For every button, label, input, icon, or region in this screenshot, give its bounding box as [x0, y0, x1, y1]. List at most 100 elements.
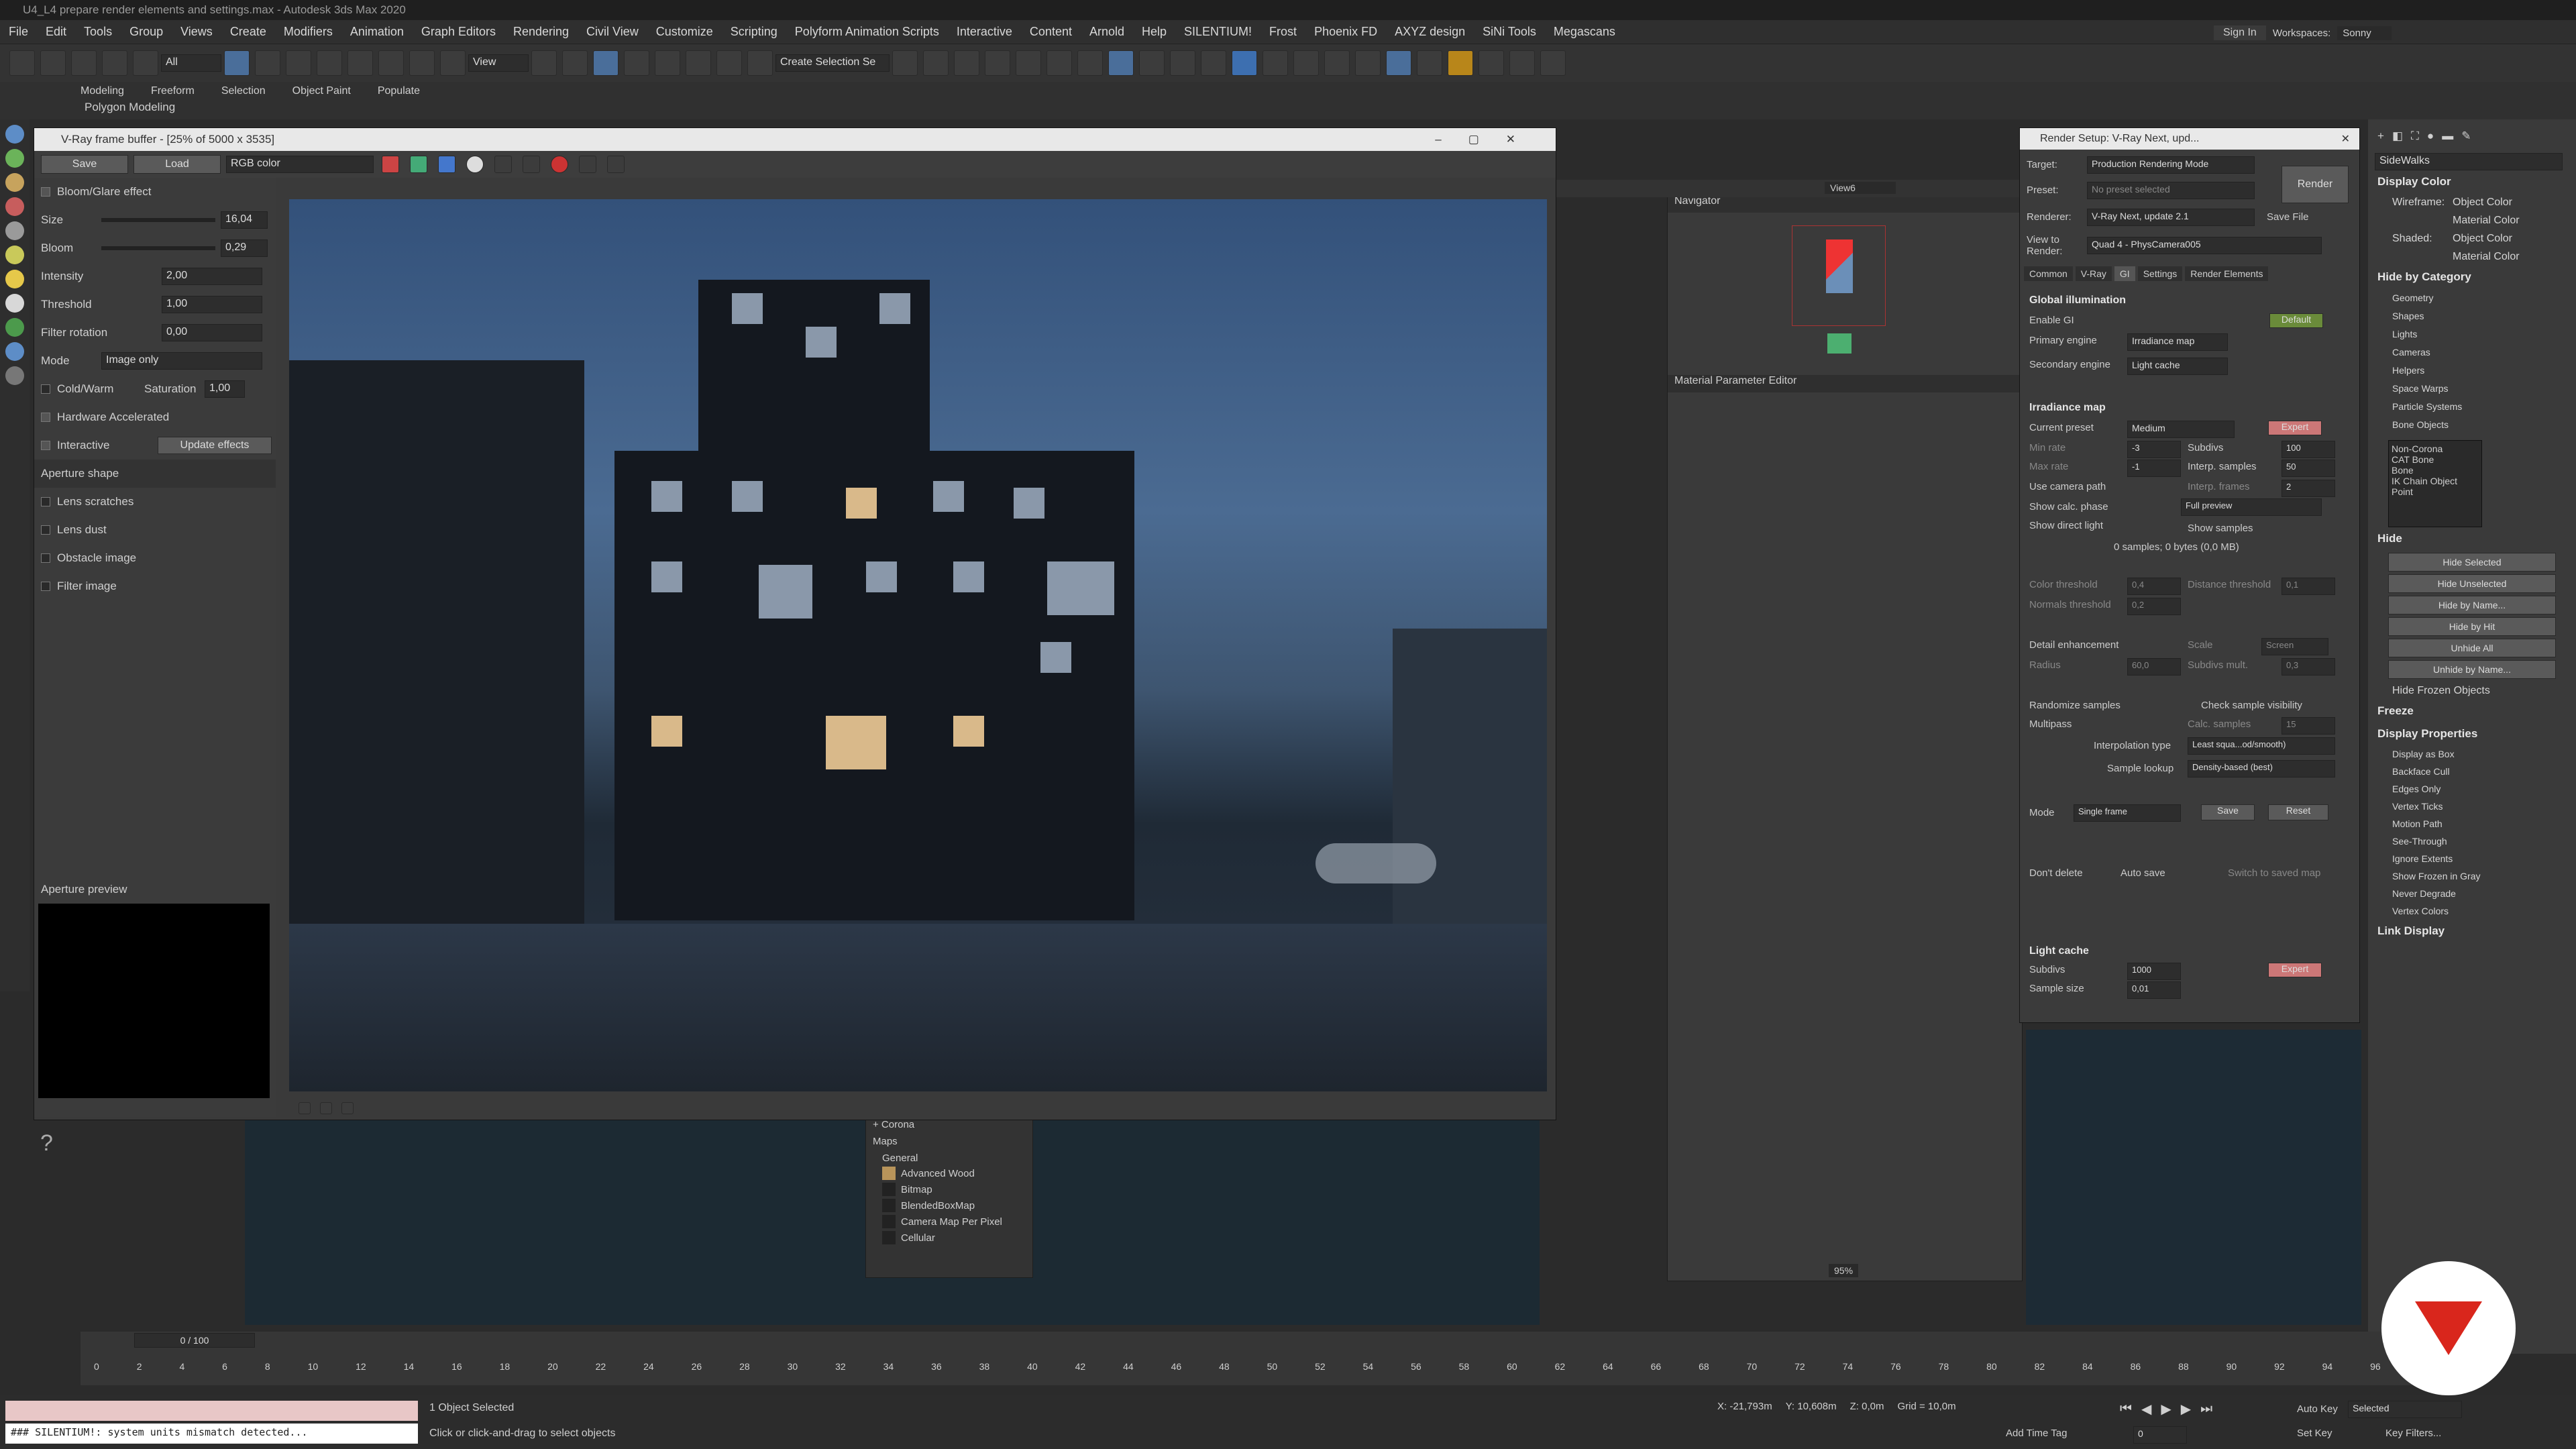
region-render-icon[interactable]: [579, 156, 596, 173]
interpolation-type-dropdown[interactable]: Least squa...od/smooth): [2188, 737, 2335, 755]
distance-threshold-field[interactable]: 0,1: [2282, 578, 2335, 595]
display-property-check[interactable]: Motion Path: [2368, 815, 2576, 833]
blue-channel-icon[interactable]: [438, 156, 455, 173]
mode-dropdown[interactable]: Image only: [101, 352, 262, 370]
scale-dropdown[interactable]: Screen: [2261, 638, 2328, 655]
menu-item[interactable]: Graph Editors: [413, 25, 504, 39]
utilities-tab-icon[interactable]: ✎: [2461, 129, 2471, 143]
globe-icon[interactable]: [5, 342, 24, 361]
normals-threshold-field[interactable]: 0,2: [2127, 598, 2181, 615]
modify-tab-icon[interactable]: ◧: [2392, 129, 2403, 143]
move-icon[interactable]: [347, 50, 373, 76]
keyboard-shortcut-icon[interactable]: [593, 50, 619, 76]
window-controls-icon[interactable]: –▢✕: [1435, 133, 1542, 146]
render-setup-icon[interactable]: [1108, 50, 1134, 76]
play-icon[interactable]: ▶: [2161, 1401, 2171, 1417]
mirror-icon[interactable]: [892, 50, 918, 76]
saturation-field[interactable]: 1,00: [205, 380, 245, 398]
category-list-item[interactable]: IK Chain Object: [2392, 476, 2479, 486]
current-preset-dropdown[interactable]: Medium: [2127, 421, 2235, 438]
render-setup-tab[interactable]: Common: [2024, 266, 2073, 281]
x-coord[interactable]: X: -21,793m: [1717, 1401, 1772, 1412]
category-check[interactable]: Shapes: [2368, 307, 2576, 325]
filter-rotation-field[interactable]: 0,00: [162, 324, 262, 341]
xy-axis-alt-icon[interactable]: [1417, 50, 1442, 76]
primary-engine-dropdown[interactable]: Irradiance map: [2127, 333, 2228, 351]
light-icon[interactable]: [5, 270, 24, 288]
hide-by-category-header[interactable]: Hide by Category: [2368, 266, 2576, 288]
sphere-icon[interactable]: [5, 294, 24, 313]
spinner-snap-icon[interactable]: [716, 50, 742, 76]
link-icon[interactable]: [71, 50, 97, 76]
default-button[interactable]: Default: [2269, 313, 2323, 328]
hide-frozen-check[interactable]: Hide Frozen Objects: [2368, 682, 2576, 700]
stop-render-icon[interactable]: [551, 156, 568, 173]
interp-frames-field[interactable]: 2: [2282, 480, 2335, 497]
aperture-shape-row[interactable]: Aperture shape: [34, 460, 276, 488]
wire-object-color-radio[interactable]: Object Color: [2453, 197, 2512, 209]
resolution-2k-icon[interactable]: [1540, 50, 1566, 76]
preset-dropdown[interactable]: No preset selected: [2087, 182, 2255, 199]
interp-samples-field[interactable]: 50: [2282, 460, 2335, 477]
hardware-accelerated-row[interactable]: Hardware Accelerated: [34, 403, 276, 431]
hierarchy-icon[interactable]: [5, 173, 24, 192]
menu-item[interactable]: Frost: [1260, 25, 1305, 39]
dont-delete-check[interactable]: Don't delete: [2029, 867, 2083, 879]
irradiance-section-header[interactable]: Irradiance map: [2020, 398, 2359, 418]
selection-filter[interactable]: All: [161, 54, 221, 72]
frost-icon[interactable]: [1448, 50, 1473, 76]
script-icon[interactable]: [1263, 50, 1288, 76]
y-axis-icon[interactable]: [1324, 50, 1350, 76]
display-property-check[interactable]: Edges Only: [2368, 780, 2576, 798]
key-mode-dropdown[interactable]: Selected: [2348, 1401, 2462, 1418]
z-coord[interactable]: Z: 0,0m: [1850, 1401, 1884, 1412]
create-tab-icon[interactable]: +: [2377, 129, 2384, 143]
next-frame-icon[interactable]: ▶: [2181, 1401, 2191, 1417]
irr-save-button[interactable]: Save: [2201, 804, 2255, 820]
hide-button[interactable]: Hide by Hit: [2388, 617, 2556, 636]
display-property-check[interactable]: Display as Box: [2368, 745, 2576, 763]
wire-material-color-radio[interactable]: Material Color: [2368, 211, 2576, 229]
navigator-view[interactable]: [1792, 225, 1886, 354]
color-threshold-field[interactable]: 0,4: [2127, 578, 2181, 595]
show-calc-check[interactable]: Show calc. phase: [2029, 501, 2108, 513]
freeze-header[interactable]: Freeze: [2368, 700, 2576, 722]
redo-icon[interactable]: [40, 50, 66, 76]
lens-dust-row[interactable]: Lens dust: [34, 516, 276, 544]
render-button[interactable]: Render: [2282, 166, 2349, 203]
display-property-check[interactable]: Backface Cull: [2368, 763, 2576, 780]
rotate-icon[interactable]: [378, 50, 404, 76]
intensity-field[interactable]: 2,00: [162, 268, 262, 285]
menu-item[interactable]: Arnold: [1081, 25, 1133, 39]
prev-frame-icon[interactable]: ◀: [2141, 1401, 2151, 1417]
menu-item[interactable]: File: [0, 25, 37, 39]
hide-button[interactable]: Unhide by Name...: [2388, 660, 2556, 679]
pivot-icon[interactable]: [531, 50, 557, 76]
maps-header[interactable]: Maps: [866, 1132, 1032, 1151]
hide-button[interactable]: Hide Selected: [2388, 553, 2556, 572]
lens-effects-icon[interactable]: [607, 156, 625, 173]
menu-item[interactable]: AXYZ design: [1386, 25, 1474, 39]
lens-scratches-row[interactable]: Lens scratches: [34, 488, 276, 516]
display-property-check[interactable]: Show Frozen in Gray: [2368, 867, 2576, 885]
map-item[interactable]: Advanced Wood: [866, 1165, 1032, 1181]
menu-item[interactable]: Megascans: [1545, 25, 1624, 39]
category-check[interactable]: Space Warps: [2368, 379, 2576, 397]
menu-item[interactable]: Edit: [37, 25, 75, 39]
enable-gi-check[interactable]: Enable GI: [2029, 315, 2074, 326]
sample-size-field[interactable]: 0,01: [2127, 981, 2181, 999]
angle-snap-icon[interactable]: [655, 50, 680, 76]
menu-item[interactable]: Phoenix FD: [1305, 25, 1386, 39]
show-samples-check[interactable]: Show samples: [2188, 523, 2253, 534]
place-icon[interactable]: [440, 50, 466, 76]
menu-item[interactable]: Content: [1021, 25, 1081, 39]
category-check[interactable]: Cameras: [2368, 343, 2576, 361]
category-list[interactable]: Non-Corona CAT Bone Bone IK Chain Object Poi…: [2388, 440, 2482, 527]
map-item[interactable]: Camera Map Per Pixel: [866, 1214, 1032, 1230]
ribbon-tab[interactable]: Selection: [221, 85, 266, 97]
render-production-icon[interactable]: [1170, 50, 1195, 76]
zoom-value[interactable]: 95%: [1829, 1264, 1859, 1277]
unlink-icon[interactable]: [102, 50, 127, 76]
shaded-object-color-radio[interactable]: Object Color: [2453, 233, 2512, 245]
window-crossing-icon[interactable]: [317, 50, 342, 76]
